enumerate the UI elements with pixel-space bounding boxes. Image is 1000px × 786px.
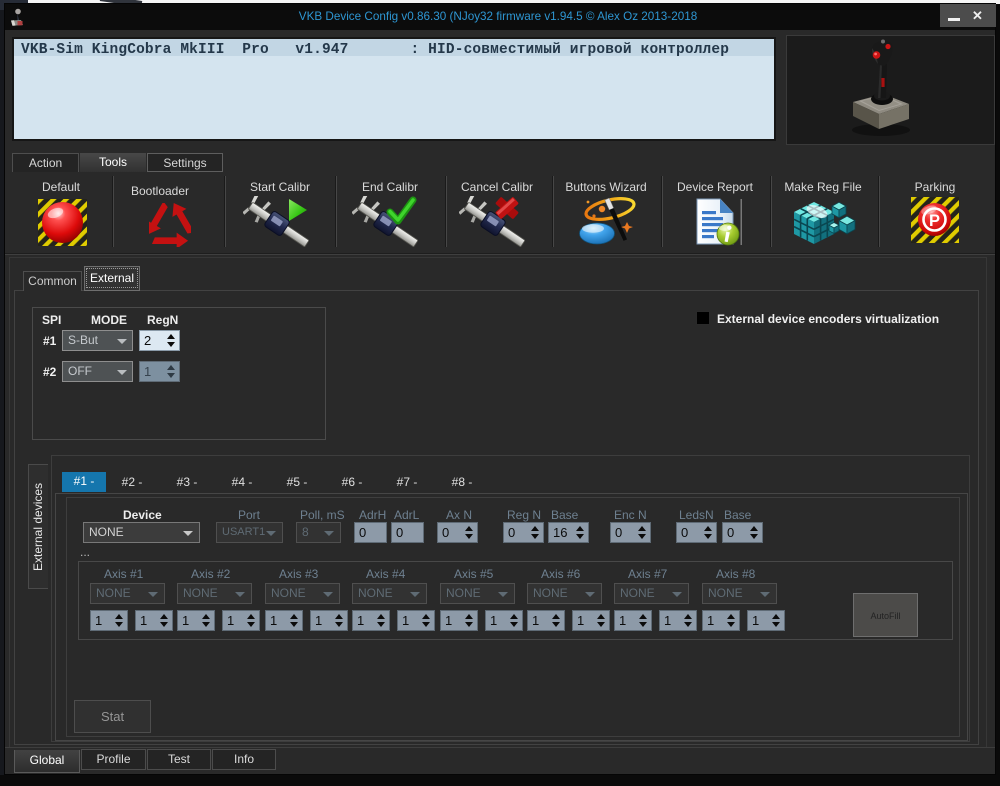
svg-text:P: P <box>929 212 940 230</box>
